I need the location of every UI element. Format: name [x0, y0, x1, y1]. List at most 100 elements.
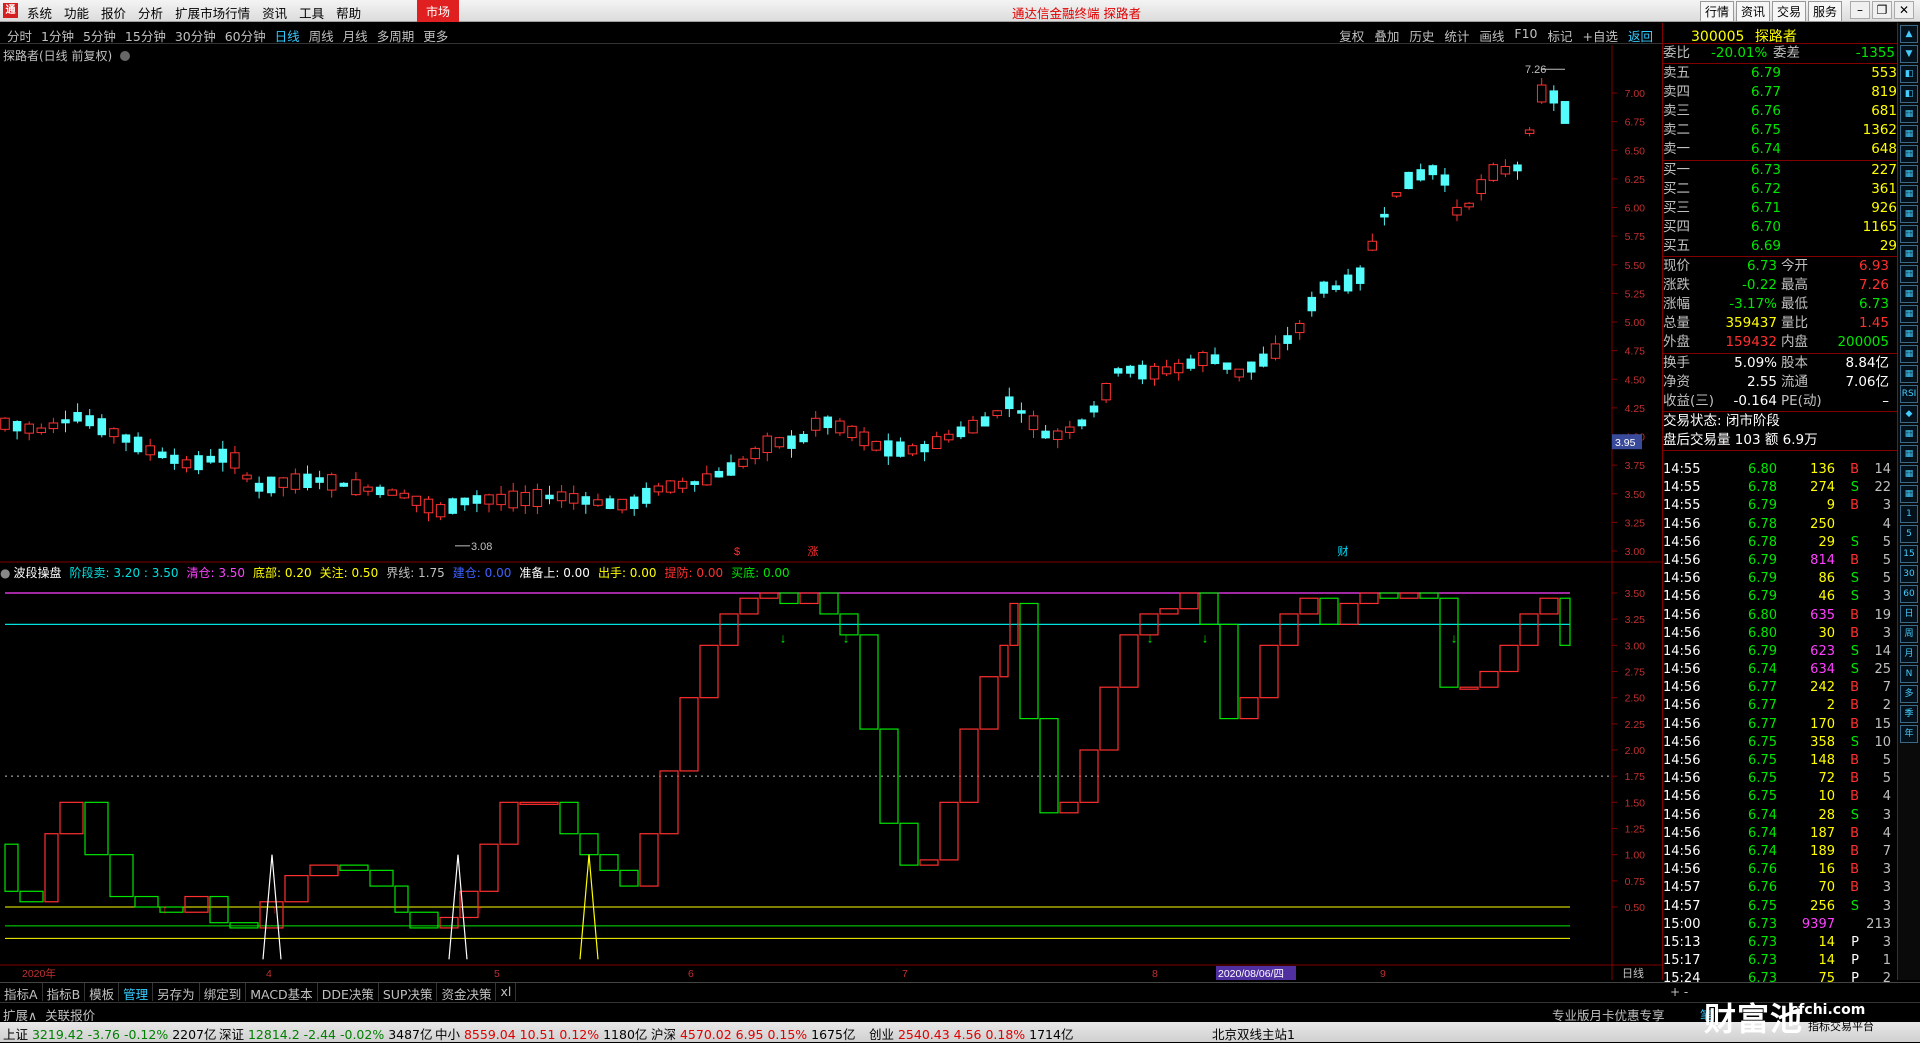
menu-item[interactable]: 扩展市场行情	[174, 3, 261, 22]
indicator-tab[interactable]: xl	[496, 983, 517, 1001]
sell-order-price: 6.77	[1750, 84, 1781, 101]
side-tool-icon[interactable]: ▦	[1900, 325, 1918, 343]
indicator-tab[interactable]: 另存为	[153, 983, 200, 1002]
index-item[interactable]: 上证 3219.42 -3.76 -0.12% 2207亿	[3, 1024, 217, 1043]
menu-item[interactable]: 报价	[100, 3, 137, 22]
side-tool-icon[interactable]: 季	[1900, 705, 1918, 723]
side-tool-icon[interactable]: ▦	[1900, 445, 1918, 463]
period-tab[interactable]: 周线	[306, 26, 340, 45]
chart-settings-icon[interactable]	[120, 51, 131, 61]
index-item[interactable]: 深证 12814.2 -2.44 -0.02% 3487亿	[219, 1024, 433, 1043]
side-tool-icon[interactable]: ▦	[1900, 245, 1918, 263]
chart-tool-button[interactable]: 统计	[1439, 26, 1474, 45]
side-tool-icon[interactable]: ▦	[1900, 145, 1918, 163]
side-tool-icon[interactable]: 日	[1900, 605, 1918, 623]
indicator-tab[interactable]: MACD基本	[246, 983, 318, 1002]
oscillator-bar	[519, 801, 559, 805]
indicator-tab[interactable]: 指标A	[0, 983, 43, 1002]
market-button[interactable]: 市场	[417, 0, 460, 22]
side-tool-icon[interactable]: ▦	[1900, 165, 1918, 183]
indicator-tab[interactable]: 管理	[119, 983, 154, 1002]
period-tab[interactable]: 1分钟	[38, 26, 80, 45]
top-right-button[interactable]: 行情	[1700, 1, 1735, 22]
menu-item[interactable]: 功能	[63, 3, 100, 22]
side-tool-icon[interactable]: ▲	[1900, 25, 1918, 43]
side-tool-icon[interactable]: ▦	[1900, 285, 1918, 303]
side-tool-icon[interactable]: N	[1900, 665, 1918, 683]
kline-chart-area[interactable]: 7.00 6.75 6.50 6.25 6.00 5.75 5.50 5.25 5.00 4.75…	[0, 45, 1662, 980]
chart-tool-button[interactable]: 历史	[1404, 26, 1439, 45]
side-tool-icon[interactable]: ▦	[1900, 205, 1918, 223]
side-tool-icon[interactable]: ◆	[1900, 405, 1918, 423]
side-tool-icon[interactable]: 5	[1900, 525, 1918, 543]
side-tool-icon[interactable]: ▦	[1900, 125, 1918, 143]
indicator-tab[interactable]: DDE决策	[318, 983, 379, 1002]
chart-tool-button[interactable]: 标记	[1542, 26, 1577, 45]
side-tool-icon[interactable]: ▦	[1900, 365, 1918, 383]
side-tool-icon[interactable]: 1	[1900, 505, 1918, 523]
side-tool-icon[interactable]: ▦	[1900, 485, 1918, 503]
side-tool-icon[interactable]: ▦	[1900, 185, 1918, 203]
side-tool-icon[interactable]: ▦	[1900, 345, 1918, 363]
chart-canvas[interactable]: 7.00 6.75 6.50 6.25 6.00 5.75 5.50 5.25 5.00 4.75…	[0, 45, 1662, 980]
side-tool-icon[interactable]: 15	[1900, 545, 1918, 563]
menu-item[interactable]: 工具	[298, 3, 335, 22]
indicator-tab[interactable]: 指标B	[43, 983, 86, 1002]
tick-time: 14:56	[1663, 607, 1701, 623]
server-label[interactable]: 北京双线主站1	[1212, 1024, 1295, 1043]
top-right-button[interactable]: 资讯	[1736, 1, 1771, 22]
indicator-tab[interactable]: SUP决策	[379, 983, 438, 1002]
indicator-settings-icon[interactable]: ●	[0, 566, 10, 580]
tick-list[interactable]: 14:55 6.80 136 B 14 14:55 6.78 274 S 22 14:55 6.79 9…	[1663, 461, 1898, 988]
period-tab[interactable]: 15分钟	[122, 26, 172, 45]
side-tool-icon[interactable]: ▦	[1900, 225, 1918, 243]
period-tab[interactable]: 月线	[340, 26, 374, 45]
period-tab[interactable]: 日线	[272, 26, 306, 45]
menu-item[interactable]: 系统	[26, 3, 63, 22]
menu-item[interactable]: 资讯	[261, 3, 298, 22]
side-tool-icon[interactable]: ▦	[1900, 105, 1918, 123]
side-tool-icon[interactable]: ▦	[1900, 465, 1918, 483]
indicator-tab[interactable]: 资金决策	[437, 983, 497, 1002]
period-tab[interactable]: 5分钟	[80, 26, 122, 45]
top-right-button[interactable]: 服务	[1808, 1, 1843, 22]
period-tab[interactable]: 多周期	[374, 26, 421, 45]
chart-tool-button[interactable]: F10	[1509, 26, 1542, 45]
chart-tool-button[interactable]: 复权	[1334, 26, 1369, 45]
close-icon[interactable]: ✕	[1894, 1, 1914, 19]
side-tool-icon[interactable]: ▦	[1900, 425, 1918, 443]
period-tab[interactable]: 更多	[420, 26, 454, 45]
minimize-icon[interactable]: –	[1850, 1, 1870, 19]
side-tool-icon[interactable]: ◧	[1900, 85, 1918, 103]
period-tab[interactable]: 30分钟	[172, 26, 222, 45]
index-item[interactable]: 创业 2540.43 4.56 0.18% 1714亿	[869, 1024, 1073, 1043]
side-tool-icon[interactable]: 多	[1900, 685, 1918, 703]
restore-icon[interactable]: ❐	[1872, 1, 1892, 19]
menu-item[interactable]: 分析	[137, 3, 174, 22]
side-tool-icon[interactable]: 周	[1900, 625, 1918, 643]
menu-item[interactable]: 帮助	[335, 3, 372, 22]
chart-tool-button[interactable]: 返回	[1623, 26, 1658, 45]
side-tool-icon[interactable]: 年	[1900, 725, 1918, 743]
side-tool-icon[interactable]: ▦	[1900, 305, 1918, 323]
after-hours: 盘后交易量 103 额 6.9万	[1663, 431, 1818, 448]
index-item[interactable]: 沪深 4570.02 6.95 0.15% 1675亿	[651, 1024, 855, 1043]
side-tool-icon[interactable]: 30	[1900, 565, 1918, 583]
tick-volume: 10	[1818, 789, 1835, 805]
side-tool-icon[interactable]: ◧	[1900, 65, 1918, 83]
top-right-button[interactable]: 交易	[1772, 1, 1807, 22]
side-tool-icon[interactable]: ▦	[1900, 265, 1918, 283]
period-tab[interactable]: 分时	[4, 26, 38, 45]
side-tool-icon[interactable]: ▼	[1900, 45, 1918, 63]
chart-tool-button[interactable]: 叠加	[1369, 26, 1404, 45]
indicator-tab[interactable]: 绑定到	[200, 983, 247, 1002]
side-tool-icon[interactable]: 月	[1900, 645, 1918, 663]
period-tab[interactable]: 60分钟	[222, 26, 272, 45]
chart-tool-button[interactable]: +自选	[1578, 26, 1623, 45]
chart-tool-button[interactable]: 画线	[1474, 26, 1509, 45]
indicator-tab[interactable]: 模板	[85, 983, 120, 1002]
side-tool-icon[interactable]: RSI	[1900, 385, 1918, 403]
side-tool-icon[interactable]: 60	[1900, 585, 1918, 603]
index-item[interactable]: 中小 8559.04 10.51 0.12% 1180亿	[435, 1024, 647, 1043]
stat-value: -3.17%	[1729, 296, 1777, 313]
